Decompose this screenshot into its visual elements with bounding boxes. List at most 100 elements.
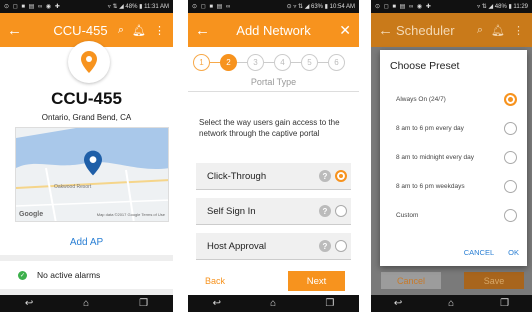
phone-device-detail: ⊙ ◻ ■ ▤ ∞ ◉ ✚ ▿ ⇅ ◢ 48% ▮ 11:31 AM ← CCU… — [0, 0, 173, 312]
step-2: 2 — [220, 54, 237, 71]
back-button[interactable]: Back — [205, 276, 225, 286]
device-name: CCU-455 — [51, 89, 122, 108]
radio-unselected[interactable] — [504, 179, 517, 193]
map-pin-icon[interactable] — [84, 150, 102, 176]
dialog-cancel-button[interactable]: CANCEL — [464, 248, 494, 257]
preset-label: 8 am to 6 pm every day — [396, 124, 464, 132]
background-cancel-button: Cancel — [381, 272, 441, 289]
help-icon[interactable]: ? — [319, 240, 331, 252]
step-title: Portal Type — [250, 77, 297, 87]
device-card: CCU-455 Ontario, Grand Bend, CA Oakwood … — [0, 41, 173, 255]
app-bar-actions: ⌕ 🔔︎ ⋮ — [118, 24, 165, 37]
radio-unselected[interactable] — [335, 205, 347, 217]
option-label: Self Sign In — [207, 205, 256, 217]
step-6: 6 — [328, 54, 345, 71]
radio-unselected[interactable] — [504, 208, 517, 222]
step-3: 3 — [247, 54, 264, 71]
step-4: 4 — [274, 54, 291, 71]
preset-option[interactable]: 8 am to 6 pm every day — [396, 121, 517, 135]
app-bar-actions: ⌕ 🔔︎ ⋮ — [477, 24, 524, 37]
app-bar-title: Add Network — [236, 22, 311, 38]
nav-home-icon[interactable]: ⌂ — [448, 298, 454, 309]
location-pin-badge — [68, 41, 110, 83]
nav-back-icon[interactable]: ↩ — [213, 298, 221, 309]
device-location: Ontario, Grand Bend, CA — [41, 113, 132, 122]
step-description: Select the way users gain access to the … — [199, 118, 340, 138]
choose-preset-dialog: Choose Preset Always On (24/7) 8 am to 6… — [380, 50, 527, 266]
map-attribution[interactable]: Map data ©2017 Google Terms of Use — [97, 212, 165, 217]
option-click-through[interactable]: Click-Through ? — [196, 163, 351, 190]
help-icon[interactable]: ? — [319, 170, 331, 182]
status-bar: ⊙ ◻ ■ ▤ ∞ ⊙ ▿ ⇅ ◢ 63% ▮ 10:54 AM — [188, 0, 359, 13]
search-icon[interactable]: ⌕ — [118, 24, 124, 37]
help-icon[interactable]: ? — [319, 205, 331, 217]
search-icon[interactable]: ⌕ — [477, 24, 483, 37]
next-button[interactable]: Next — [288, 271, 345, 291]
preset-option[interactable]: Always On (24/7) — [396, 92, 517, 106]
preset-label: Custom — [396, 211, 419, 219]
add-ap-button[interactable]: Add AP — [0, 237, 173, 248]
nav-recents-icon[interactable]: ❐ — [139, 298, 148, 309]
status-bar: ⊙ ◻ ■ ▤ ∞ ◉ ✚ ▿ ⇅ ◢ 48% ▮ 11:29 — [371, 0, 532, 13]
radio-selected[interactable] — [335, 170, 347, 182]
radio-unselected[interactable] — [504, 121, 517, 135]
phone-add-network: ⊙ ◻ ■ ▤ ∞ ⊙ ▿ ⇅ ◢ 63% ▮ 10:54 AM ← Add N… — [188, 0, 359, 312]
divider — [188, 91, 359, 92]
more-vert-icon[interactable]: ⋮ — [154, 24, 165, 37]
option-host-approval[interactable]: Host Approval ? — [196, 233, 351, 260]
dialog-actions: CANCEL OK — [464, 248, 519, 257]
back-arrow-icon[interactable]: ← — [378, 22, 396, 39]
bell-icon[interactable]: 🔔︎ — [132, 24, 146, 37]
preset-option[interactable]: 8 am to 6 pm weekdays — [396, 179, 517, 193]
app-bar: ← Scheduler ⌕ 🔔︎ ⋮ — [371, 13, 532, 47]
radio-selected[interactable] — [504, 92, 517, 106]
nav-home-icon[interactable]: ⌂ — [270, 298, 276, 309]
step-5: 5 — [301, 54, 318, 71]
close-icon[interactable]: ✕ — [339, 22, 351, 39]
step-1: 1 — [193, 54, 210, 71]
check-icon: ✓ — [18, 270, 27, 280]
step-indicator: 1 2 3 4 5 6 — [193, 54, 345, 71]
dialog-ok-button[interactable]: OK — [508, 248, 519, 257]
option-label: Click-Through — [207, 170, 267, 182]
alarm-status-text: No active alarms — [37, 270, 101, 280]
wizard-footer: Back Next — [188, 267, 359, 295]
option-self-sign-in[interactable]: Self Sign In ? — [196, 198, 351, 225]
status-icons-right: ▿ ⇅ ◢ 48% ▮ 11:29 — [477, 4, 528, 10]
status-icons-left: ⊙ ◻ ■ ▤ ∞ ◉ ✚ — [4, 4, 61, 10]
status-icons-left: ⊙ ◻ ■ ▤ ∞ — [192, 4, 232, 10]
dialog-title: Choose Preset — [390, 60, 460, 72]
android-nav-bar: ↩ ⌂ ❐ — [188, 295, 359, 312]
preset-option[interactable]: 8 am to midnight every day — [396, 150, 517, 164]
android-nav-bar: ↩ ⌂ ❐ — [0, 295, 173, 312]
status-bar: ⊙ ◻ ■ ▤ ∞ ◉ ✚ ▿ ⇅ ◢ 48% ▮ 11:31 AM — [0, 0, 173, 13]
back-arrow-icon[interactable]: ← — [7, 22, 25, 39]
preset-label: Always On (24/7) — [396, 95, 446, 103]
alarm-status-row[interactable]: ✓ No active alarms — [0, 261, 173, 289]
app-bar: ← Add Network ✕ — [188, 13, 359, 47]
nav-home-icon[interactable]: ⌂ — [83, 298, 89, 309]
background-save-button: Save — [464, 272, 524, 289]
google-logo: Google — [19, 211, 44, 218]
nav-recents-icon[interactable]: ❐ — [500, 298, 509, 309]
nav-back-icon[interactable]: ↩ — [25, 298, 33, 309]
bell-icon[interactable]: 🔔︎ — [491, 24, 505, 37]
option-label: Host Approval — [207, 240, 267, 252]
status-icons-left: ⊙ ◻ ■ ▤ ∞ ◉ ✚ — [375, 4, 432, 10]
android-nav-bar: ↩ ⌂ ❐ — [371, 295, 532, 312]
back-arrow-icon[interactable]: ← — [195, 22, 213, 39]
status-icons-right: ▿ ⇅ ◢ 48% ▮ 11:31 AM — [107, 4, 169, 10]
device-content: CCU-455 Ontario, Grand Bend, CA Oakwood … — [0, 41, 173, 295]
map-view[interactable]: Oakwood Resort Google Map data ©2017 Goo… — [15, 127, 169, 222]
preset-label: 8 am to 6 pm weekdays — [396, 182, 465, 190]
preset-label: 8 am to midnight every day — [396, 153, 475, 161]
radio-unselected[interactable] — [504, 150, 517, 164]
radio-unselected[interactable] — [335, 240, 347, 252]
more-vert-icon[interactable]: ⋮ — [513, 24, 524, 37]
preset-option[interactable]: Custom — [396, 208, 517, 222]
location-pin-icon — [81, 51, 97, 73]
background-buttons: Cancel Save — [381, 272, 524, 289]
status-icons-right: ⊙ ▿ ⇅ ◢ 63% ▮ 10:54 AM — [286, 4, 355, 10]
nav-recents-icon[interactable]: ❐ — [325, 298, 334, 309]
nav-back-icon[interactable]: ↩ — [394, 298, 402, 309]
